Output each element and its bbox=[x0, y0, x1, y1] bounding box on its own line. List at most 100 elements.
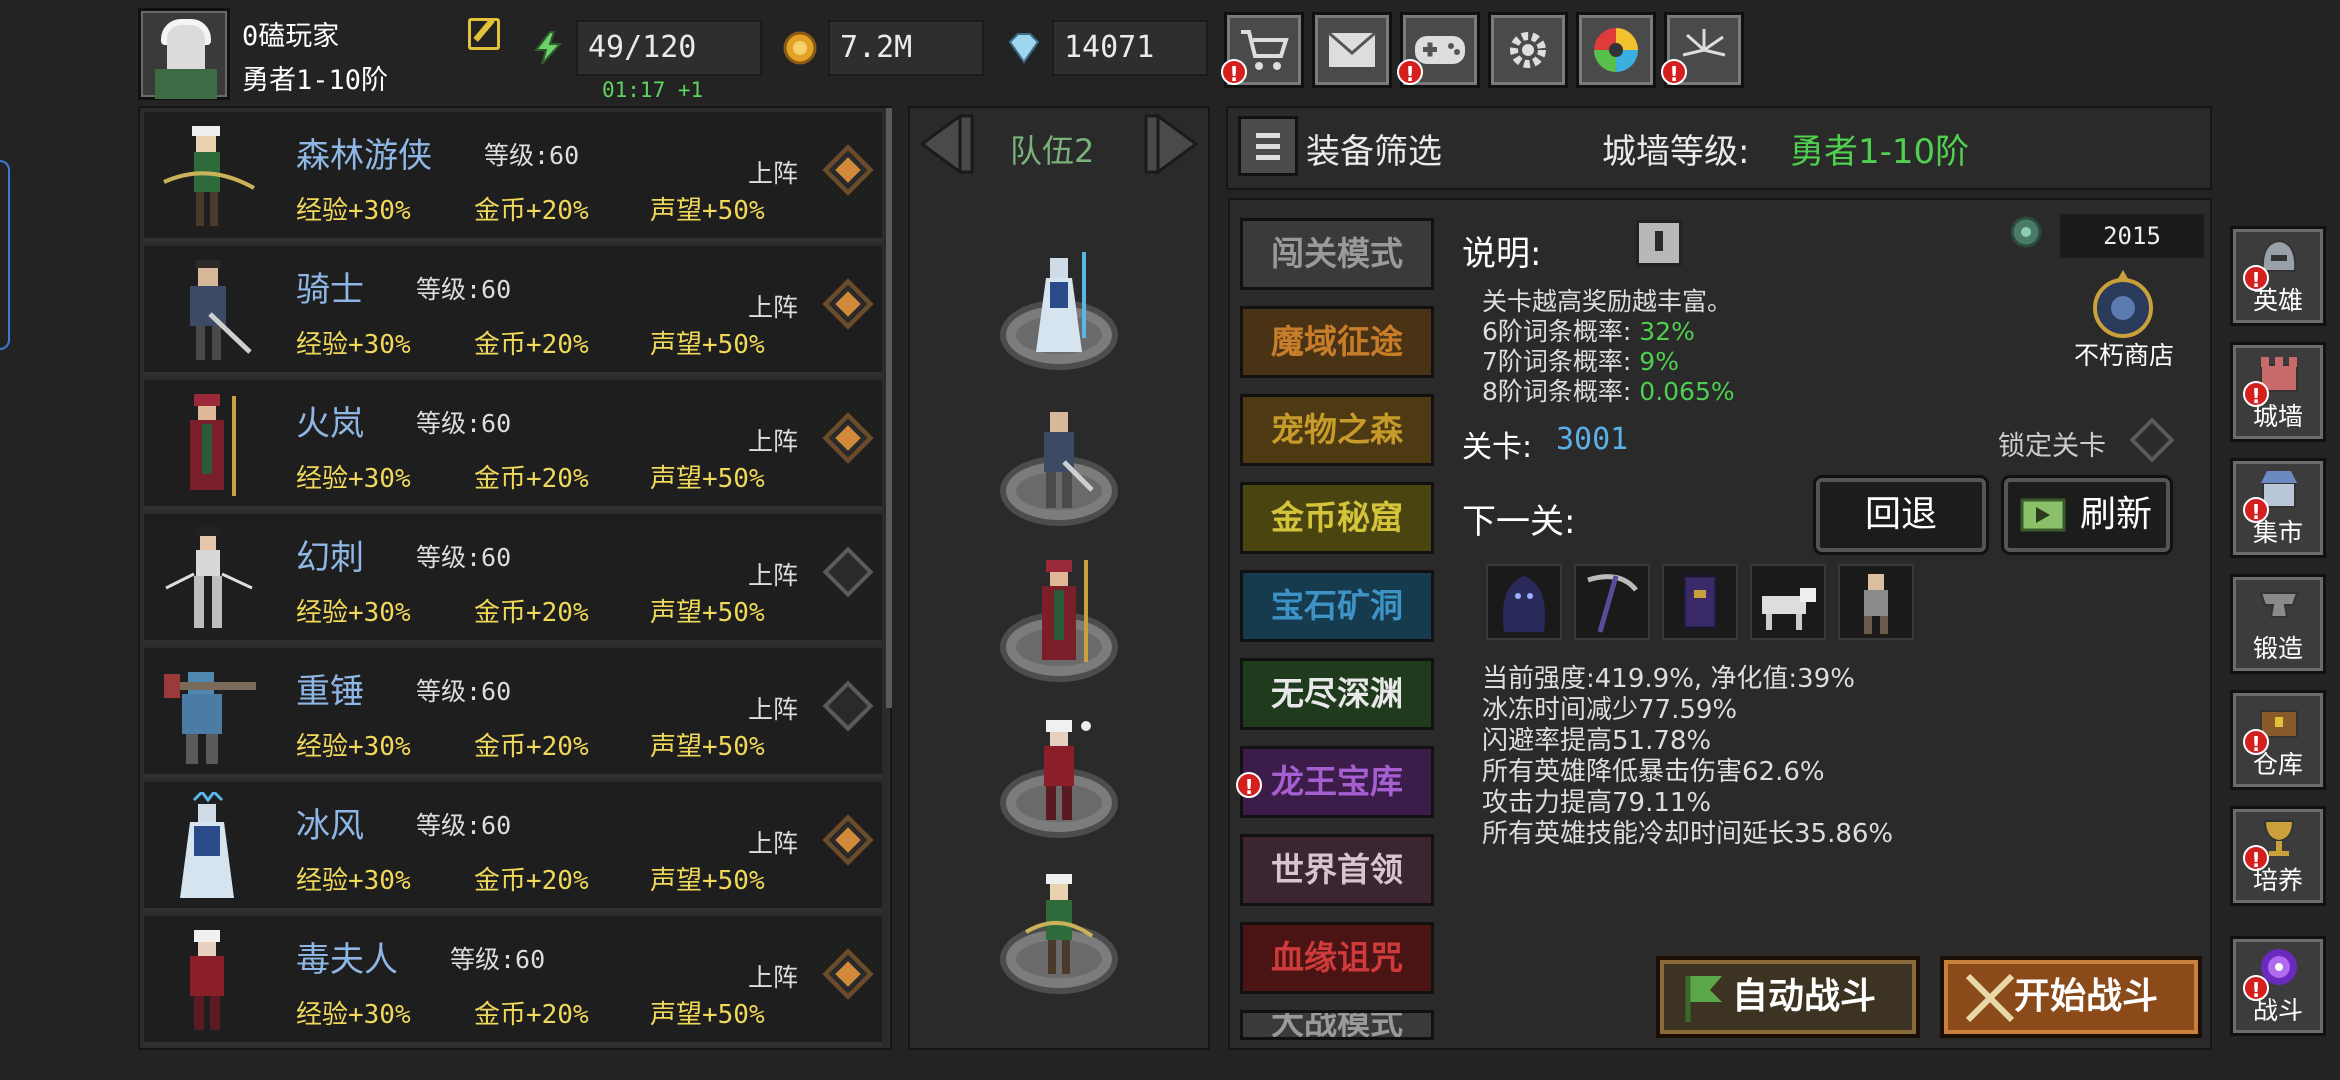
details-title: 说明: bbox=[1462, 234, 1542, 274]
hero-gold-bonus: 金币+20% bbox=[474, 330, 589, 360]
mode-button[interactable]: 闯关模式 bbox=[1240, 218, 1434, 290]
deploy-toggle[interactable] bbox=[822, 814, 874, 866]
immortal-shop-label[interactable]: 不朽商店 bbox=[2074, 336, 2174, 372]
mode-button[interactable]: 世界首领 bbox=[1240, 834, 1434, 906]
prev-team-arrow-icon[interactable] bbox=[912, 112, 976, 176]
hero-row[interactable]: 骑士 等级:60 经验+30% 金币+20% 声望+50% 上阵 bbox=[144, 246, 882, 376]
filter-label[interactable]: 装备筛选 bbox=[1306, 124, 1442, 173]
edit-name-icon[interactable] bbox=[468, 18, 500, 50]
deploy-label: 上阵 bbox=[748, 427, 799, 456]
enemy-slot[interactable] bbox=[1750, 564, 1826, 640]
deploy-label: 上阵 bbox=[748, 829, 799, 858]
hero-level: 等级:60 bbox=[484, 141, 580, 170]
team-fire-mage-sprite bbox=[1042, 560, 1088, 662]
nav-label: 战斗 bbox=[2252, 996, 2303, 1025]
hero-row[interactable]: 幻刺 等级:60 经验+30% 金币+20% 声望+50% 上阵 bbox=[144, 514, 882, 644]
enemy-slot[interactable] bbox=[1838, 564, 1914, 640]
hero-fame-bonus: 声望+50% bbox=[650, 330, 765, 360]
mode-button[interactable]: 宝石矿洞 bbox=[1240, 570, 1434, 642]
deploy-label: 上阵 bbox=[748, 293, 799, 322]
filter-menu-icon[interactable] bbox=[1238, 116, 1298, 176]
hero-row[interactable]: 火岚 等级:60 经验+30% 金币+20% 声望+50% 上阵 bbox=[144, 380, 882, 510]
mail-button[interactable] bbox=[1312, 12, 1392, 88]
nav-label: 仓库 bbox=[2252, 750, 2303, 779]
player-avatar[interactable] bbox=[138, 8, 230, 100]
deploy-toggle[interactable] bbox=[822, 948, 874, 1000]
deploy-toggle[interactable] bbox=[822, 278, 874, 330]
immortal-shop-icon[interactable] bbox=[2080, 268, 2166, 344]
gear-icon bbox=[1510, 32, 1546, 68]
gamepad-icon bbox=[1415, 36, 1465, 64]
refresh-button[interactable]: 刷新 bbox=[2004, 478, 2170, 552]
mode-button[interactable]: 大战模式 bbox=[1240, 1010, 1434, 1040]
wraith-enemy-icon bbox=[1502, 576, 1546, 632]
nav-forge[interactable]: 锻造 bbox=[2230, 574, 2326, 674]
nav-heroes[interactable]: ! 英雄 bbox=[2230, 226, 2326, 326]
hero-row[interactable]: 毒夫人 等级:60 经验+30% 金币+20% 声望+50% 上阵 bbox=[144, 916, 882, 1046]
gallery-button[interactable] bbox=[1576, 12, 1656, 88]
warrior-enemy-icon bbox=[1864, 574, 1888, 634]
nav-market[interactable]: ! 集市 bbox=[2230, 458, 2326, 558]
team-label: 队伍2 bbox=[1010, 132, 1095, 170]
hammer-sprite bbox=[164, 672, 256, 764]
hero-row[interactable]: 冰风 等级:60 经验+30% 金币+20% 声望+50% 上阵 bbox=[144, 782, 882, 912]
ranger-sprite bbox=[163, 126, 255, 226]
nav-warehouse[interactable]: ! 仓库 bbox=[2230, 690, 2326, 790]
rate-value: 0.065% bbox=[1639, 377, 1735, 406]
video-ad-icon bbox=[2020, 498, 2066, 532]
mode-button[interactable]: 魔域征途 bbox=[1240, 306, 1434, 378]
nav-wall[interactable]: ! 城墙 bbox=[2230, 342, 2326, 442]
deploy-toggle[interactable] bbox=[822, 680, 874, 732]
back-button[interactable]: 回退 bbox=[1816, 478, 1986, 552]
hero-level: 等级:60 bbox=[450, 945, 546, 974]
hero-row[interactable]: 重锤 等级:60 经验+30% 金币+20% 声望+50% 上阵 bbox=[144, 648, 882, 778]
info-icon[interactable] bbox=[1636, 220, 1682, 266]
hero-row[interactable]: 森林游侠 等级:60 经验+30% 金币+20% 声望+50% 上阵 bbox=[144, 112, 882, 242]
hero-name: 重锤 bbox=[296, 672, 364, 712]
energy-value: 49/120 bbox=[576, 20, 762, 76]
mode-button[interactable]: 龙王宝库 bbox=[1240, 746, 1434, 818]
aperture-icon bbox=[1594, 28, 1638, 72]
edge-handle[interactable] bbox=[0, 160, 10, 350]
gamepad-button[interactable]: ! bbox=[1397, 12, 1480, 88]
event-button[interactable]: ! bbox=[1661, 12, 1744, 88]
nav-label: 英雄 bbox=[2252, 286, 2303, 315]
next-stage-label: 下一关: bbox=[1462, 502, 1576, 542]
auto-battle-button[interactable]: 自动战斗 bbox=[1656, 956, 1920, 1038]
enemy-slot[interactable] bbox=[1662, 564, 1738, 640]
hero-name: 火岚 bbox=[296, 404, 364, 444]
mode-button[interactable]: 血缘诅咒 bbox=[1240, 922, 1434, 994]
auto-battle-label: 自动战斗 bbox=[1731, 976, 1876, 1017]
wolf-enemy-icon bbox=[1762, 588, 1816, 630]
next-team-arrow-icon[interactable] bbox=[1142, 112, 1206, 176]
wall-level-value: 勇者1-10阶 bbox=[1790, 132, 1970, 172]
nav-training[interactable]: ! 培养 bbox=[2230, 806, 2326, 906]
stage-label: 关卡: bbox=[1462, 430, 1533, 465]
team-poison-lady-sprite bbox=[1044, 720, 1091, 820]
start-battle-button[interactable]: 开始战斗 bbox=[1940, 956, 2202, 1038]
settings-button[interactable] bbox=[1488, 12, 1568, 88]
deploy-toggle[interactable] bbox=[822, 546, 874, 598]
team-ranger-sprite bbox=[1024, 874, 1094, 974]
hero-list[interactable]: 森林游侠 等级:60 经验+30% 金币+20% 声望+50% 上阵 骑士 等级… bbox=[138, 106, 892, 1050]
enemy-slot[interactable] bbox=[1574, 564, 1650, 640]
hero-exp-bonus: 经验+30% bbox=[296, 330, 411, 360]
alert-badge: ! bbox=[1661, 59, 1687, 86]
hero-name: 毒夫人 bbox=[296, 940, 398, 980]
wall-level-label: 城墙等级: bbox=[1602, 132, 1750, 172]
nav-battle[interactable]: ! 战斗 bbox=[2230, 936, 2326, 1036]
hero-gold-bonus: 金币+20% bbox=[474, 598, 589, 628]
player-rank: 勇者1-10阶 bbox=[242, 65, 389, 96]
nav-label: 集市 bbox=[2252, 518, 2303, 547]
hero-list-scrollbar[interactable] bbox=[886, 108, 892, 708]
enemy-slot[interactable] bbox=[1486, 564, 1562, 640]
mail-icon bbox=[1328, 31, 1376, 67]
deploy-label: 上阵 bbox=[748, 695, 799, 724]
deploy-toggle[interactable] bbox=[822, 144, 874, 196]
mode-button[interactable]: 宠物之森 bbox=[1240, 394, 1434, 466]
hero-level: 等级:60 bbox=[416, 409, 512, 438]
shop-cart-button[interactable]: ! bbox=[1221, 12, 1304, 88]
mode-button[interactable]: 无尽深渊 bbox=[1240, 658, 1434, 730]
mode-button[interactable]: 金币秘窟 bbox=[1240, 482, 1434, 554]
deploy-toggle[interactable] bbox=[822, 412, 874, 464]
